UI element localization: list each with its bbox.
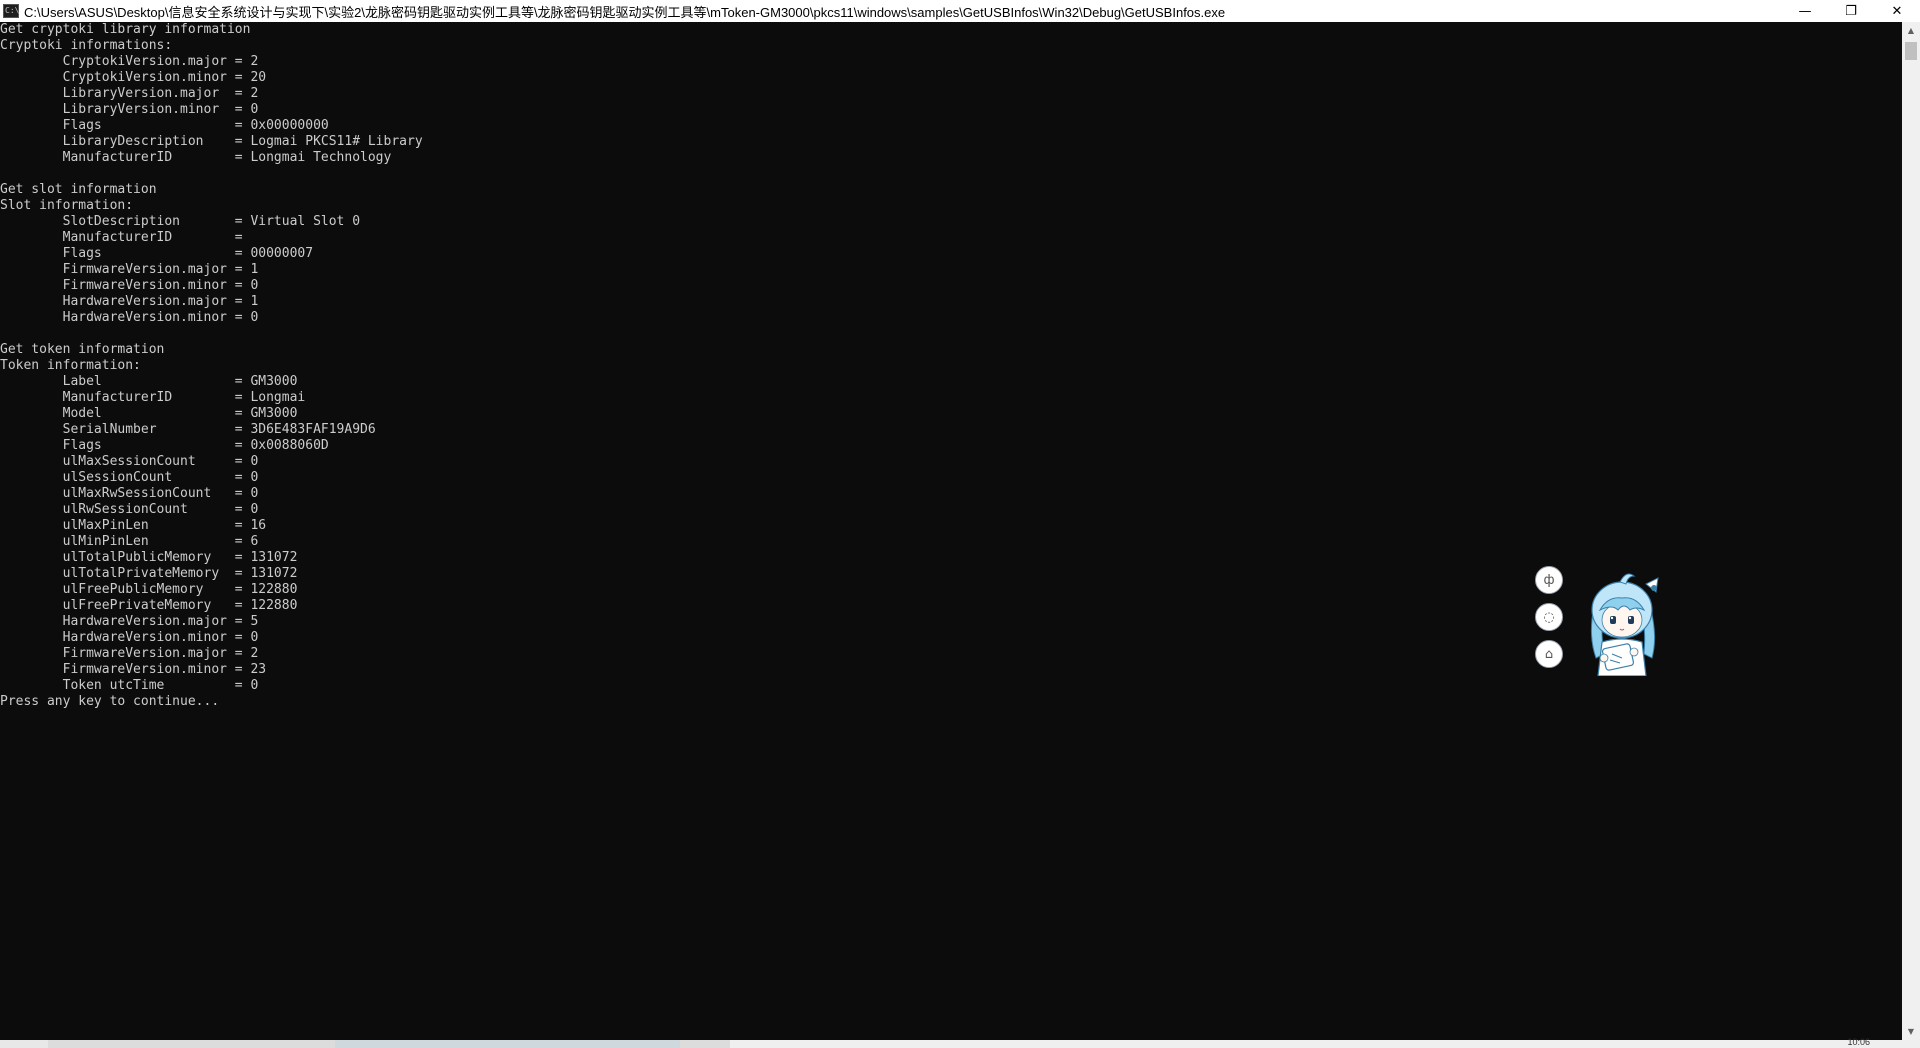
- console-line: Slot information:: [0, 198, 134, 213]
- console-window: C:\ C:\Users\ASUS\Desktop\信息安全系统设计与实现下\实…: [0, 0, 1920, 1048]
- console-line: Get slot information: [0, 182, 157, 197]
- console-line: Token information:: [0, 358, 141, 373]
- taskbar-clock[interactable]: 10:06: [1847, 1037, 1870, 1047]
- scroll-up-icon[interactable]: ▲: [1902, 22, 1920, 39]
- console-line: SerialNumber = 3D6E483FAF19A9D6: [0, 422, 376, 437]
- console-line: LibraryDescription = Logmai PKCS11# Libr…: [0, 134, 423, 149]
- console-line: ManufacturerID = Longmai: [0, 390, 306, 405]
- start-area[interactable]: [0, 1040, 48, 1048]
- console-line: CryptokiVersion.minor = 20: [0, 70, 267, 85]
- console-line: Flags = 0x0088060D: [0, 438, 329, 453]
- console-line: Cryptoki informations:: [0, 38, 173, 53]
- console-line: ManufacturerID = Longmai Technology: [0, 150, 392, 165]
- console-line: ulMaxPinLen = 16: [0, 518, 267, 533]
- console-line: Get cryptoki library information: [0, 22, 251, 37]
- scrollbar-thumb[interactable]: [1905, 42, 1917, 60]
- taskbar-right-strip[interactable]: [730, 1040, 1920, 1048]
- console-line: Get token information: [0, 342, 165, 357]
- window-title: C:\Users\ASUS\Desktop\信息安全系统设计与实现下\实验2\龙…: [24, 4, 1226, 20]
- title-bar[interactable]: C:\ C:\Users\ASUS\Desktop\信息安全系统设计与实现下\实…: [0, 0, 1920, 22]
- minimize-button[interactable]: —: [1782, 0, 1828, 22]
- console-line: HardwareVersion.minor = 0: [0, 310, 259, 325]
- console-line: Flags = 0x00000000: [0, 118, 329, 133]
- taskbar-strip[interactable]: 10:06: [0, 1037, 1920, 1048]
- console-line: FirmwareVersion.minor = 0: [0, 278, 259, 293]
- console-output[interactable]: Get cryptoki library information Cryptoki…: [0, 22, 1902, 1040]
- console-line: FirmwareVersion.major = 1: [0, 262, 259, 277]
- console-line: Flags = 00000007: [0, 246, 314, 261]
- console-line: LibraryVersion.major = 2: [0, 86, 259, 101]
- console-line: Label = GM3000: [0, 374, 298, 389]
- console-app-icon: C:\: [3, 4, 19, 18]
- console-line: Token utcTime = 0: [0, 678, 259, 693]
- desktop-mascot-widget[interactable]: ф ◌ ⌂: [1532, 566, 1672, 678]
- console-line: ulSessionCount = 0: [0, 470, 259, 485]
- taskbar-app-strip[interactable]: [335, 1040, 680, 1048]
- restore-button[interactable]: ❐: [1828, 0, 1874, 22]
- close-button[interactable]: ✕: [1874, 0, 1920, 22]
- console-line: HardwareVersion.major = 1: [0, 294, 259, 309]
- console-line: ulTotalPublicMemory = 131072: [0, 550, 298, 565]
- console-line: ulMinPinLen = 6: [0, 534, 259, 549]
- console-line: ulMaxSessionCount = 0: [0, 454, 259, 469]
- scroll-down-icon[interactable]: ▼: [1902, 1023, 1920, 1040]
- vertical-scrollbar[interactable]: ▲ ▼: [1902, 22, 1920, 1040]
- mascot-character-icon[interactable]: [1574, 566, 1670, 676]
- console-line: LibraryVersion.minor = 0: [0, 102, 259, 117]
- console-line: ulRwSessionCount = 0: [0, 502, 259, 517]
- emoji-icon[interactable]: ◌: [1535, 603, 1563, 631]
- wardrobe-icon[interactable]: ф: [1535, 566, 1563, 594]
- console-line: Press any key to continue...: [0, 694, 220, 709]
- console-line: ManufacturerID =: [0, 230, 243, 245]
- window-controls: — ❐ ✕: [1782, 0, 1920, 22]
- shirt-icon[interactable]: ⌂: [1535, 640, 1563, 668]
- console-line: Model = GM3000: [0, 406, 298, 421]
- console-line: CryptokiVersion.major = 2: [0, 54, 259, 69]
- console-line: ulMaxRwSessionCount = 0: [0, 486, 259, 501]
- console-line: SlotDescription = Virtual Slot 0: [0, 214, 361, 229]
